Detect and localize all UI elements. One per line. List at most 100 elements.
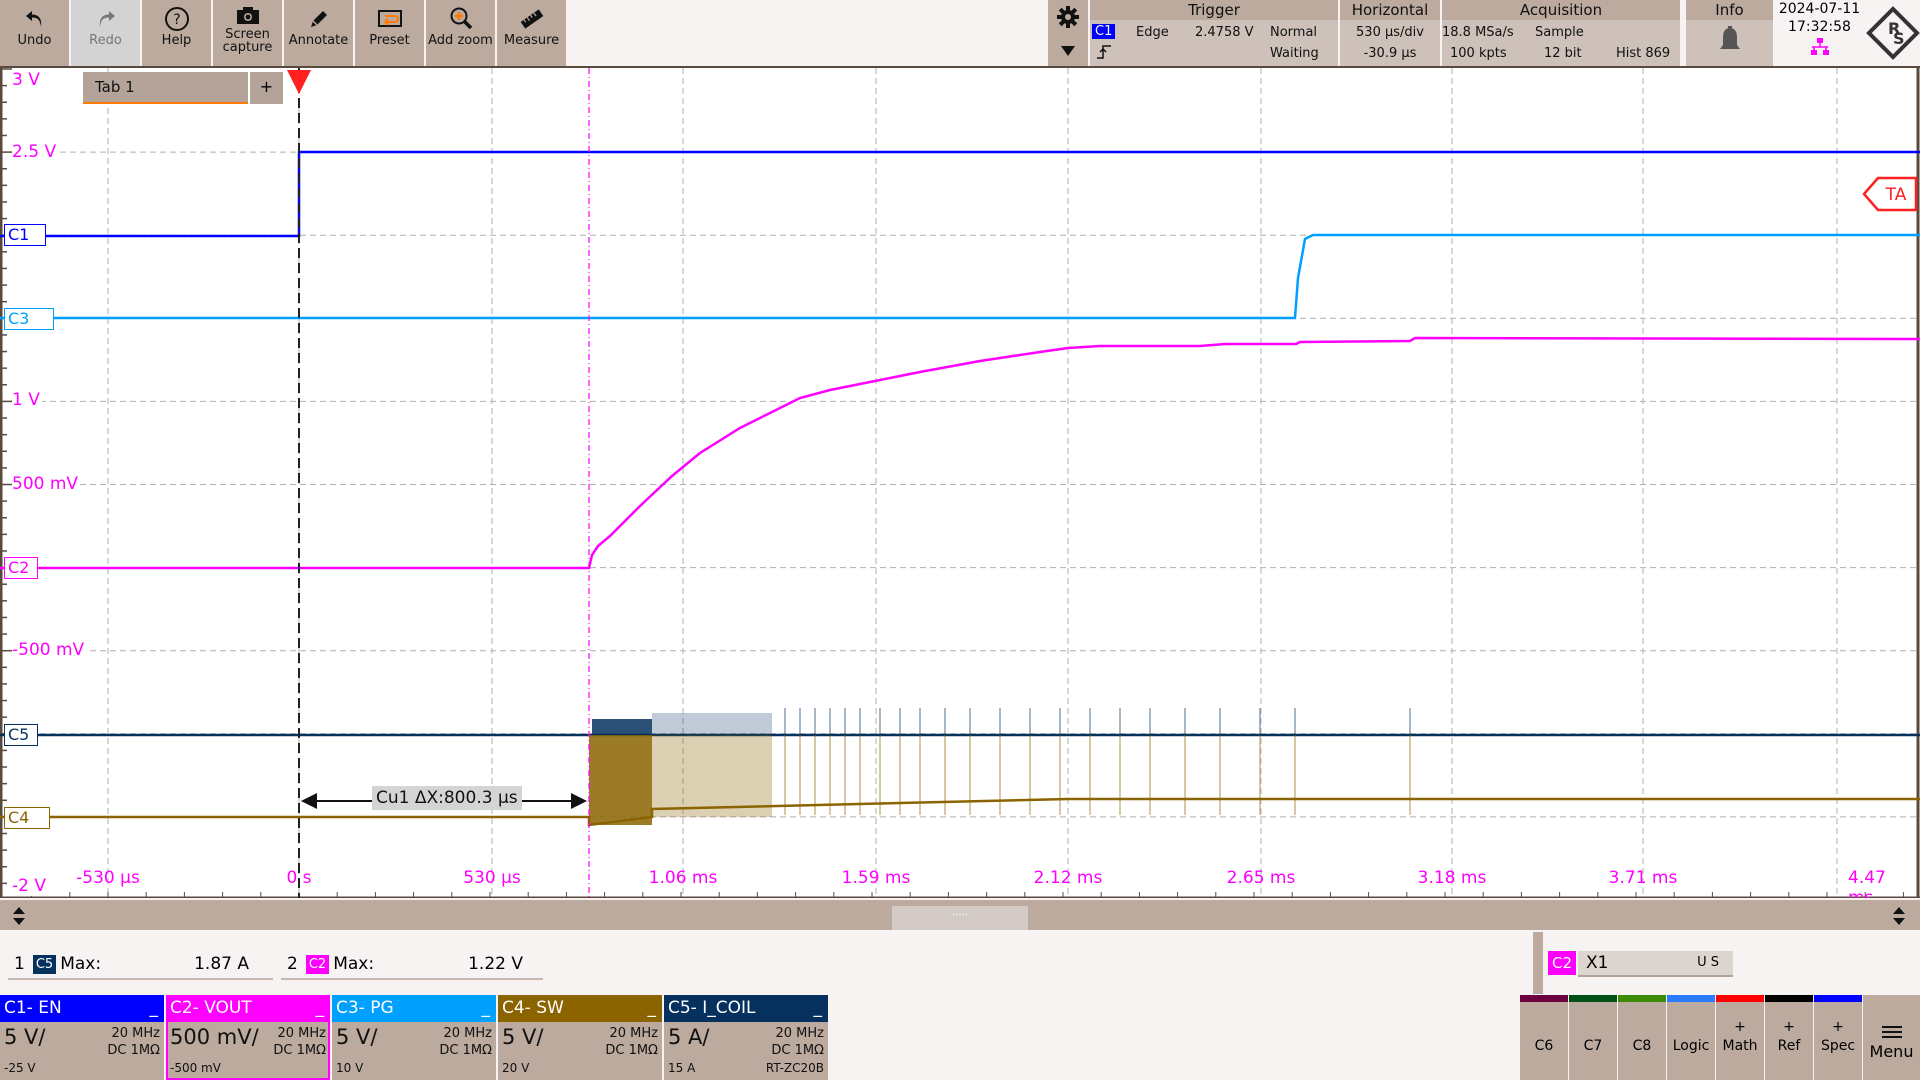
tile-label: C7 [1583,1038,1603,1054]
minimize-icon[interactable]: _ [316,995,325,1022]
network-icon [1777,38,1862,61]
channel-marker-c1[interactable]: C1 [4,224,46,246]
horizontal-panel[interactable]: Horizontal 530 µs/div -30.9 µs [1340,0,1440,66]
trigger-panel[interactable]: Trigger C1 Edge 2.4758 V Normal Waiting [1090,0,1338,66]
channel-marker-c3[interactable]: C3 [4,308,54,330]
bell-icon [1718,26,1742,58]
tile-logic[interactable]: Logic [1667,995,1715,1080]
x-label: 3.18 ms [1417,868,1487,888]
waveform-canvas[interactable] [0,68,1920,900]
y-label-2-5v: 2.5 V [12,142,59,162]
minimize-icon[interactable]: _ [814,995,823,1022]
channel-probe: RT-ZC20B [765,1061,824,1075]
channel-offset: 20 V [502,1061,530,1075]
channel-marker-c4[interactable]: C4 [4,807,50,829]
channel-bandwidth: 20 MHz DC 1MΩ [107,1025,160,1059]
bandwidth-value: 20 MHz [443,1026,493,1041]
horizontal-scrollbar[interactable]: ····· [0,898,1920,930]
trigger-title: Trigger [1090,0,1338,20]
add-zoom-button[interactable]: Add zoom [426,0,495,66]
arrow-right-icon [571,793,587,809]
trace-c5-burst [592,719,652,735]
svg-text:S: S [1893,29,1905,48]
time-position: -30.9 µs [1363,46,1417,61]
channel-name: C1- EN [4,998,62,1018]
x-label: 0 s [286,868,312,888]
cursor-delta-label[interactable]: Cu1 ΔX:800.3 µs [372,786,522,810]
acquisition-mode: Sample [1535,25,1584,40]
tile-ref[interactable]: + Ref [1765,995,1813,1080]
tile-label: C8 [1632,1038,1652,1054]
plus-icon: + [1832,1019,1844,1035]
minimize-icon[interactable]: _ [482,995,491,1022]
channel-marker-c2[interactable]: C2 [4,557,38,579]
minimize-icon[interactable]: _ [648,995,657,1022]
info-panel[interactable]: Info [1686,0,1773,66]
cursor-x1-field[interactable]: X1 U S [1578,951,1733,977]
help-button[interactable]: ? Help [142,0,211,66]
coupling-value: DC 1MΩ [107,1043,160,1058]
acquisition-panel[interactable]: Acquisition 18.8 MSa/s Sample 100 kpts 1… [1442,0,1680,66]
gear-icon[interactable] [1056,5,1080,33]
trigger-position-marker [287,70,311,94]
tab-1[interactable]: Tab 1 [83,72,248,104]
bandwidth-value: 20 MHz [111,1026,161,1041]
undo-button[interactable]: Undo [0,0,69,66]
annotate-button[interactable]: Annotate [284,0,353,66]
bandwidth-value: 20 MHz [775,1026,825,1041]
trace-c4-burst [652,735,772,817]
arrow-left-icon [301,793,317,809]
channel-name: C3- PG [336,998,394,1018]
chevron-down-icon[interactable] [1060,42,1076,61]
rising-edge-icon [1096,44,1112,64]
minimize-icon[interactable]: _ [150,995,159,1022]
bandwidth-value: 20 MHz [277,1026,327,1041]
channel-tile-c1[interactable]: C1- EN _ 5 V/ 20 MHz DC 1MΩ -25 V [0,995,164,1080]
scroll-arrows-icon[interactable] [12,906,26,930]
measurement-source-badge: C2 [305,954,330,974]
tile-c8[interactable]: C8 [1618,995,1666,1080]
sample-rate: 18.8 MSa/s [1442,25,1514,40]
tile-spec[interactable]: + Spec [1814,995,1862,1080]
trace-c4-sw [0,797,1920,827]
channel-scale: 5 A/ [668,1025,710,1049]
date-text: 2024-07-11 [1778,1,1861,17]
y-label-500mv: 500 mV [12,474,81,494]
trace-c4-burst [589,735,652,825]
waveform-display[interactable]: Tab 1 + 3 V 2.5 V 1 V 500 mV -500 mV -2 … [0,66,1920,908]
channel-tile-c5[interactable]: C5- I_COIL _ 5 A/ 20 MHz DC 1MΩ 15 A RT-ZC… [664,995,828,1080]
redo-button[interactable]: Redo [71,0,140,66]
measure-button[interactable]: Measure [497,0,566,66]
screen-capture-button[interactable]: Screen capture [213,0,282,66]
x-label: 2.65 ms [1226,868,1296,888]
coupling-value: DC 1MΩ [439,1043,492,1058]
cursor-source-badge: C2 [1548,951,1577,975]
measurement-value: 1.87 A [194,954,249,974]
channel-tile-c2[interactable]: C2- VOUT _ 500 mV/ 20 MHz DC 1MΩ -500 mV [166,995,330,1080]
tile-c7[interactable]: C7 [1569,995,1617,1080]
trigger-source-badge: C1 [1092,24,1116,39]
toolbar: Undo Redo ? Help Screen capture Annotate… [0,0,566,66]
scroll-arrows-icon[interactable] [1892,906,1906,930]
channel-offset: 10 V [336,1061,364,1075]
settings-toggle[interactable] [1048,0,1088,66]
channel-tile-c3[interactable]: C3- PG _ 5 V/ 20 MHz DC 1MΩ 10 V [332,995,496,1080]
channel-offset: 15 A [668,1061,696,1075]
channel-name: C4- SW [502,998,564,1018]
plus-icon: + [1783,1019,1795,1035]
channel-marker-c5[interactable]: C5 [4,724,38,746]
channel-offset: -25 V [4,1061,36,1075]
add-tab-button[interactable]: + [250,72,283,104]
measurement-1[interactable]: 1 C5 Max: 1.87 A [8,950,273,980]
preset-button[interactable]: Preset [355,0,424,66]
measurement-value: 1.22 V [468,954,523,974]
tile-math[interactable]: + Math [1716,995,1764,1080]
record-length: 100 kpts [1450,46,1507,61]
tile-c6[interactable]: C6 [1520,995,1568,1080]
channel-bandwidth: 20 MHz DC 1MΩ [605,1025,658,1059]
scrollbar-thumb[interactable]: ····· [892,906,1028,930]
measurement-2[interactable]: 2 C2 Max: 1.22 V [281,950,543,980]
trace-c1-en [0,150,1920,238]
channel-tile-c4[interactable]: C4- SW _ 5 V/ 20 MHz DC 1MΩ 20 V [498,995,662,1080]
menu-button[interactable]: Menu [1863,995,1920,1080]
